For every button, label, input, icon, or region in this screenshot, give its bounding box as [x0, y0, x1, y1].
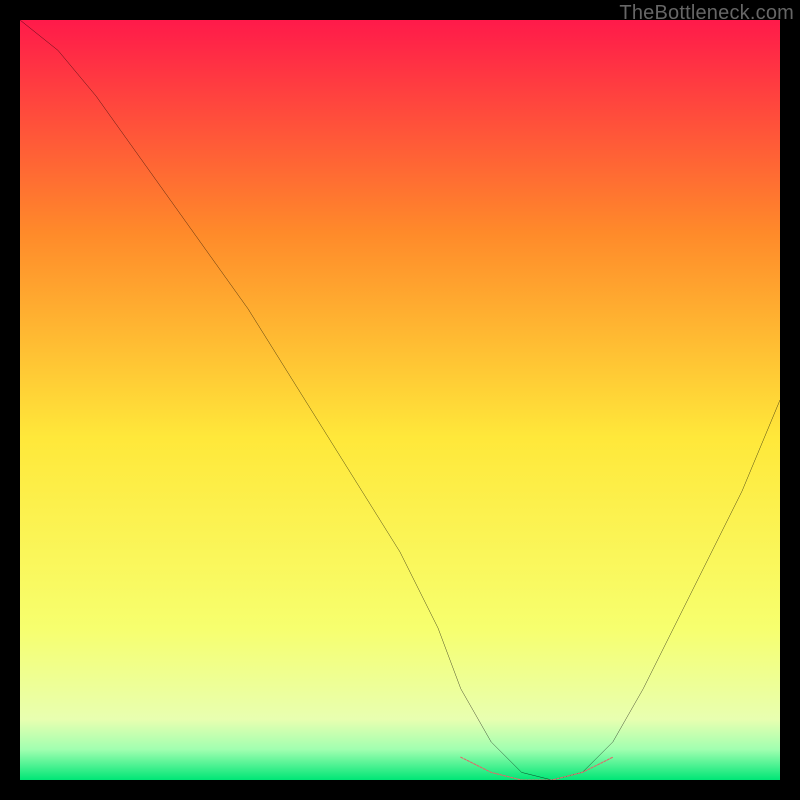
gradient-background — [20, 20, 780, 780]
watermark-label: TheBottleneck.com — [619, 2, 794, 25]
plot-area — [20, 20, 780, 780]
chart-svg — [20, 20, 780, 780]
chart-frame: TheBottleneck.com — [0, 0, 800, 800]
